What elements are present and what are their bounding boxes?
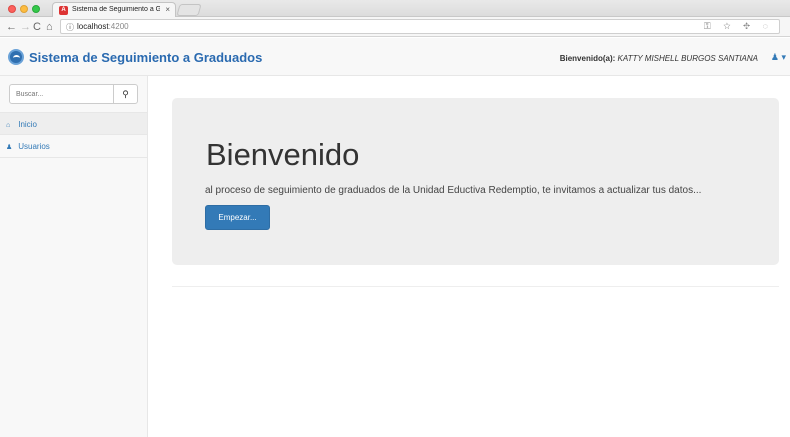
browser-tab-bar: A Sistema de Seguimiento a Grad × <box>0 0 790 18</box>
tab-title: Sistema de Seguimiento a Grad <box>72 6 160 13</box>
url-text[interactable]: localhost:4200 <box>77 22 129 31</box>
sidebar-item-inicio[interactable]: ⌂ Inicio <box>0 112 147 135</box>
forward-icon[interactable]: → <box>20 20 31 34</box>
search-group: ⚲ <box>9 84 138 104</box>
minimize-window-button[interactable] <box>20 5 28 13</box>
sidebar: ⚲ ⌂ Inicio ♟ Usuarios <box>0 76 148 437</box>
caret-down-icon: ▾ <box>781 52 786 62</box>
sidebar-item-label: Usuarios <box>18 142 50 151</box>
welcome-text: al proceso de seguimiento de graduados d… <box>205 185 702 196</box>
brand-title[interactable]: Sistema de Seguimiento a Graduados <box>29 50 262 65</box>
address-bar[interactable]: ⓘ localhost:4200 ⚿ ☆ ✥ ◌ <box>60 19 780 34</box>
angular-icon: A <box>59 6 68 15</box>
jumbotron: Bienvenido al proceso de seguimiento de … <box>172 98 779 265</box>
brand-logo-icon[interactable] <box>8 49 24 65</box>
tab-close-icon[interactable]: × <box>165 5 170 14</box>
divider <box>172 286 779 287</box>
sidebar-item-label: Inicio <box>18 120 37 129</box>
start-button[interactable]: Empezar... <box>205 205 270 230</box>
users-icon: ♟ <box>6 144 13 151</box>
sidebar-item-usuarios[interactable]: ♟ Usuarios <box>0 135 147 158</box>
close-window-button[interactable] <box>8 5 16 13</box>
user-menu-dropdown[interactable]: ♟ ▾ <box>771 52 786 63</box>
browser-tab[interactable]: A Sistema de Seguimiento a Grad × <box>52 2 176 18</box>
user-icon: ♟ <box>770 52 779 62</box>
app-navbar: Sistema de Seguimiento a Graduados Bienv… <box>0 38 790 76</box>
reload-icon[interactable]: C <box>33 20 41 34</box>
home-button-icon[interactable]: ⌂ <box>46 20 53 34</box>
search-button[interactable]: ⚲ <box>113 85 137 103</box>
search-icon: ⚲ <box>122 89 129 99</box>
omnibox-action-icons[interactable]: ⚿ ☆ ✥ ◌ <box>704 21 773 32</box>
back-icon[interactable]: ← <box>6 20 17 34</box>
info-icon[interactable]: ⓘ <box>66 22 74 33</box>
maximize-window-button[interactable] <box>32 5 40 13</box>
new-tab-button[interactable] <box>176 4 202 16</box>
search-input[interactable] <box>10 85 114 103</box>
browser-toolbar: ← → C ⌂ ⓘ localhost:4200 ⚿ ☆ ✥ ◌ <box>0 17 790 37</box>
page-title: Bienvenido <box>206 137 360 172</box>
home-icon: ⌂ <box>6 122 11 129</box>
welcome-message: Bienvenido(a): KATTY MISHELL BURGOS SANT… <box>559 54 758 63</box>
